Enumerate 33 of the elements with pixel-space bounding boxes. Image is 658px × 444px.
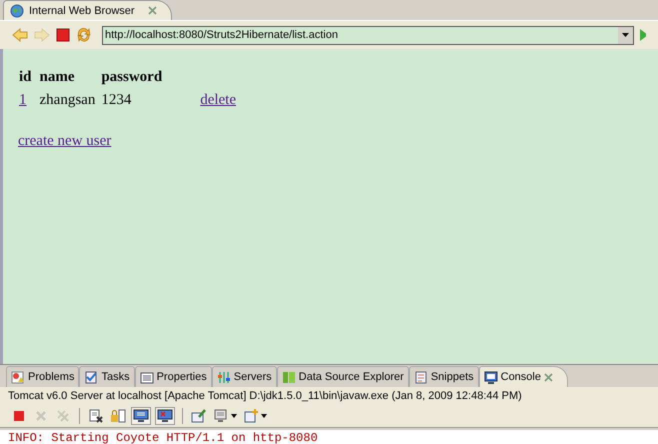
view-tab[interactable]: Console	[478, 366, 568, 387]
console-icon	[484, 370, 498, 384]
refresh-icon[interactable]	[76, 27, 92, 43]
console-error-icon[interactable]	[155, 407, 175, 425]
caret-icon[interactable]	[231, 414, 237, 418]
id-link[interactable]: 1	[19, 92, 26, 108]
clear-console-icon[interactable]	[87, 408, 105, 424]
caret-icon[interactable]	[261, 414, 267, 418]
database-icon	[282, 370, 296, 384]
servers-icon	[216, 370, 231, 384]
globe-icon	[10, 4, 24, 18]
console-line: INFO: Starting Coyote HTTP/1.1 on http-8080	[8, 430, 319, 444]
properties-icon	[140, 370, 154, 384]
pin-icon[interactable]	[190, 408, 208, 424]
snippets-icon	[414, 370, 428, 384]
close-icon[interactable]	[544, 372, 553, 382]
stop-icon[interactable]	[56, 28, 70, 42]
tasks-icon	[84, 370, 98, 384]
console-output-icon[interactable]	[131, 407, 151, 425]
table-cell-text: zhangsan	[40, 92, 96, 109]
column-header: id	[19, 69, 33, 86]
monitor-icon[interactable]	[213, 409, 229, 423]
table-cell-text: 1234	[101, 92, 132, 109]
console-title: Tomcat v6.0 Server at localhost [Apache Tomcat] D:\jdk1.5.0_11\bin\javaw.exe (Jan 8, 2009 12:48:44 PM)	[0, 387, 658, 405]
create-user-link[interactable]: create new user	[18, 133, 112, 150]
editor-tab[interactable]: Internal Web Browser	[3, 0, 172, 20]
column-header: name	[40, 69, 76, 86]
problems-icon	[11, 370, 25, 384]
new-console-icon[interactable]	[243, 409, 259, 423]
delete-link[interactable]: delete	[200, 92, 236, 108]
column-header: password	[101, 69, 164, 86]
close-icon[interactable]	[148, 6, 157, 15]
scroll-lock-icon[interactable]	[109, 408, 127, 424]
